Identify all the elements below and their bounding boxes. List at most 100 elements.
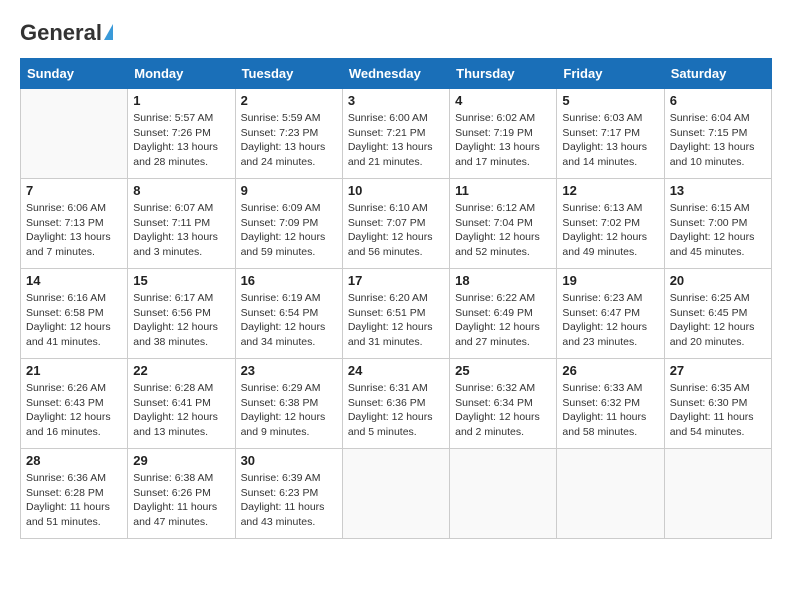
logo-general-text: General xyxy=(20,20,102,46)
day-cell: 12 Sunrise: 6:13 AM Sunset: 7:02 PM Dayli… xyxy=(557,179,664,269)
page-header: General xyxy=(20,20,772,42)
day-cell: 5 Sunrise: 6:03 AM Sunset: 7:17 PM Daylig… xyxy=(557,89,664,179)
day-cell: 2 Sunrise: 5:59 AM Sunset: 7:23 PM Daylig… xyxy=(235,89,342,179)
day-number: 30 xyxy=(241,453,337,468)
day-info: Sunrise: 6:00 AM Sunset: 7:21 PM Dayligh… xyxy=(348,111,444,170)
day-cell: 9 Sunrise: 6:09 AM Sunset: 7:09 PM Daylig… xyxy=(235,179,342,269)
header-saturday: Saturday xyxy=(664,59,771,89)
day-cell: 29Sunrise: 6:38 AM Sunset: 6:26 PM Dayli… xyxy=(128,449,235,539)
day-info: Sunrise: 6:19 AM Sunset: 6:54 PM Dayligh… xyxy=(241,291,337,350)
day-info: Sunrise: 6:25 AM Sunset: 6:45 PM Dayligh… xyxy=(670,291,766,350)
day-cell: 14 Sunrise: 6:16 AM Sunset: 6:58 PM Dayli… xyxy=(21,269,128,359)
day-cell: 3 Sunrise: 6:00 AM Sunset: 7:21 PM Daylig… xyxy=(342,89,449,179)
header-tuesday: Tuesday xyxy=(235,59,342,89)
day-info: Sunrise: 6:16 AM Sunset: 6:58 PM Dayligh… xyxy=(26,291,122,350)
week-row-3: 14 Sunrise: 6:16 AM Sunset: 6:58 PM Dayli… xyxy=(21,269,772,359)
day-number: 21 xyxy=(26,363,122,378)
day-cell: 24 Sunrise: 6:31 AM Sunset: 6:36 PM Dayli… xyxy=(342,359,449,449)
day-number: 14 xyxy=(26,273,122,288)
day-number: 10 xyxy=(348,183,444,198)
day-cell: 26 Sunrise: 6:33 AM Sunset: 6:32 PM Dayli… xyxy=(557,359,664,449)
calendar-header-row: SundayMondayTuesdayWednesdayThursdayFrid… xyxy=(21,59,772,89)
day-number: 25 xyxy=(455,363,551,378)
header-friday: Friday xyxy=(557,59,664,89)
day-number: 19 xyxy=(562,273,658,288)
day-number: 22 xyxy=(133,363,229,378)
day-info: Sunrise: 5:59 AM Sunset: 7:23 PM Dayligh… xyxy=(241,111,337,170)
day-number: 9 xyxy=(241,183,337,198)
day-info: Sunrise: 6:04 AM Sunset: 7:15 PM Dayligh… xyxy=(670,111,766,170)
day-number: 4 xyxy=(455,93,551,108)
week-row-2: 7 Sunrise: 6:06 AM Sunset: 7:13 PM Daylig… xyxy=(21,179,772,269)
day-number: 20 xyxy=(670,273,766,288)
day-cell: 25 Sunrise: 6:32 AM Sunset: 6:34 PM Dayli… xyxy=(450,359,557,449)
day-info: Sunrise: 6:23 AM Sunset: 6:47 PM Dayligh… xyxy=(562,291,658,350)
day-cell: 20 Sunrise: 6:25 AM Sunset: 6:45 PM Dayli… xyxy=(664,269,771,359)
day-info: Sunrise: 6:13 AM Sunset: 7:02 PM Dayligh… xyxy=(562,201,658,260)
day-number: 23 xyxy=(241,363,337,378)
day-number: 24 xyxy=(348,363,444,378)
header-sunday: Sunday xyxy=(21,59,128,89)
day-info: Sunrise: 6:26 AM Sunset: 6:43 PM Dayligh… xyxy=(26,381,122,440)
day-cell xyxy=(342,449,449,539)
header-wednesday: Wednesday xyxy=(342,59,449,89)
day-info: Sunrise: 6:09 AM Sunset: 7:09 PM Dayligh… xyxy=(241,201,337,260)
day-cell: 23 Sunrise: 6:29 AM Sunset: 6:38 PM Dayli… xyxy=(235,359,342,449)
day-info: Sunrise: 6:17 AM Sunset: 6:56 PM Dayligh… xyxy=(133,291,229,350)
logo-triangle-icon xyxy=(104,24,113,40)
day-number: 2 xyxy=(241,93,337,108)
day-cell xyxy=(450,449,557,539)
day-info: Sunrise: 6:15 AM Sunset: 7:00 PM Dayligh… xyxy=(670,201,766,260)
day-number: 16 xyxy=(241,273,337,288)
day-number: 17 xyxy=(348,273,444,288)
day-cell: 28Sunrise: 6:36 AM Sunset: 6:28 PM Dayli… xyxy=(21,449,128,539)
week-row-4: 21 Sunrise: 6:26 AM Sunset: 6:43 PM Dayli… xyxy=(21,359,772,449)
day-number: 13 xyxy=(670,183,766,198)
day-info: Sunrise: 5:57 AM Sunset: 7:26 PM Dayligh… xyxy=(133,111,229,170)
day-info: Sunrise: 6:33 AM Sunset: 6:32 PM Dayligh… xyxy=(562,381,658,440)
day-number: 3 xyxy=(348,93,444,108)
day-number: 26 xyxy=(562,363,658,378)
day-info: Sunrise: 6:12 AM Sunset: 7:04 PM Dayligh… xyxy=(455,201,551,260)
day-info: Sunrise: 6:10 AM Sunset: 7:07 PM Dayligh… xyxy=(348,201,444,260)
day-cell xyxy=(664,449,771,539)
day-number: 5 xyxy=(562,93,658,108)
day-number: 15 xyxy=(133,273,229,288)
day-info: Sunrise: 6:03 AM Sunset: 7:17 PM Dayligh… xyxy=(562,111,658,170)
day-cell: 11Sunrise: 6:12 AM Sunset: 7:04 PM Dayli… xyxy=(450,179,557,269)
day-cell: 22 Sunrise: 6:28 AM Sunset: 6:41 PM Dayli… xyxy=(128,359,235,449)
day-cell: 27Sunrise: 6:35 AM Sunset: 6:30 PM Dayli… xyxy=(664,359,771,449)
day-cell: 10 Sunrise: 6:10 AM Sunset: 7:07 PM Dayli… xyxy=(342,179,449,269)
day-info: Sunrise: 6:32 AM Sunset: 6:34 PM Dayligh… xyxy=(455,381,551,440)
day-cell xyxy=(21,89,128,179)
day-info: Sunrise: 6:22 AM Sunset: 6:49 PM Dayligh… xyxy=(455,291,551,350)
day-cell xyxy=(557,449,664,539)
day-info: Sunrise: 6:31 AM Sunset: 6:36 PM Dayligh… xyxy=(348,381,444,440)
day-info: Sunrise: 6:02 AM Sunset: 7:19 PM Dayligh… xyxy=(455,111,551,170)
day-cell: 16 Sunrise: 6:19 AM Sunset: 6:54 PM Dayli… xyxy=(235,269,342,359)
day-info: Sunrise: 6:35 AM Sunset: 6:30 PM Dayligh… xyxy=(670,381,766,440)
day-number: 29 xyxy=(133,453,229,468)
day-number: 8 xyxy=(133,183,229,198)
day-number: 12 xyxy=(562,183,658,198)
day-number: 7 xyxy=(26,183,122,198)
day-cell: 18 Sunrise: 6:22 AM Sunset: 6:49 PM Dayli… xyxy=(450,269,557,359)
day-info: Sunrise: 6:29 AM Sunset: 6:38 PM Dayligh… xyxy=(241,381,337,440)
day-info: Sunrise: 6:39 AM Sunset: 6:23 PM Dayligh… xyxy=(241,471,337,530)
day-cell: 13 Sunrise: 6:15 AM Sunset: 7:00 PM Dayli… xyxy=(664,179,771,269)
day-info: Sunrise: 6:20 AM Sunset: 6:51 PM Dayligh… xyxy=(348,291,444,350)
day-cell: 17 Sunrise: 6:20 AM Sunset: 6:51 PM Dayli… xyxy=(342,269,449,359)
day-cell: 15 Sunrise: 6:17 AM Sunset: 6:56 PM Dayli… xyxy=(128,269,235,359)
day-info: Sunrise: 6:07 AM Sunset: 7:11 PM Dayligh… xyxy=(133,201,229,260)
day-number: 1 xyxy=(133,93,229,108)
day-cell: 7 Sunrise: 6:06 AM Sunset: 7:13 PM Daylig… xyxy=(21,179,128,269)
day-number: 18 xyxy=(455,273,551,288)
day-info: Sunrise: 6:28 AM Sunset: 6:41 PM Dayligh… xyxy=(133,381,229,440)
header-monday: Monday xyxy=(128,59,235,89)
day-cell: 8 Sunrise: 6:07 AM Sunset: 7:11 PM Daylig… xyxy=(128,179,235,269)
header-thursday: Thursday xyxy=(450,59,557,89)
day-cell: 30 Sunrise: 6:39 AM Sunset: 6:23 PM Dayli… xyxy=(235,449,342,539)
day-info: Sunrise: 6:06 AM Sunset: 7:13 PM Dayligh… xyxy=(26,201,122,260)
day-cell: 19 Sunrise: 6:23 AM Sunset: 6:47 PM Dayli… xyxy=(557,269,664,359)
day-cell: 1 Sunrise: 5:57 AM Sunset: 7:26 PM Daylig… xyxy=(128,89,235,179)
